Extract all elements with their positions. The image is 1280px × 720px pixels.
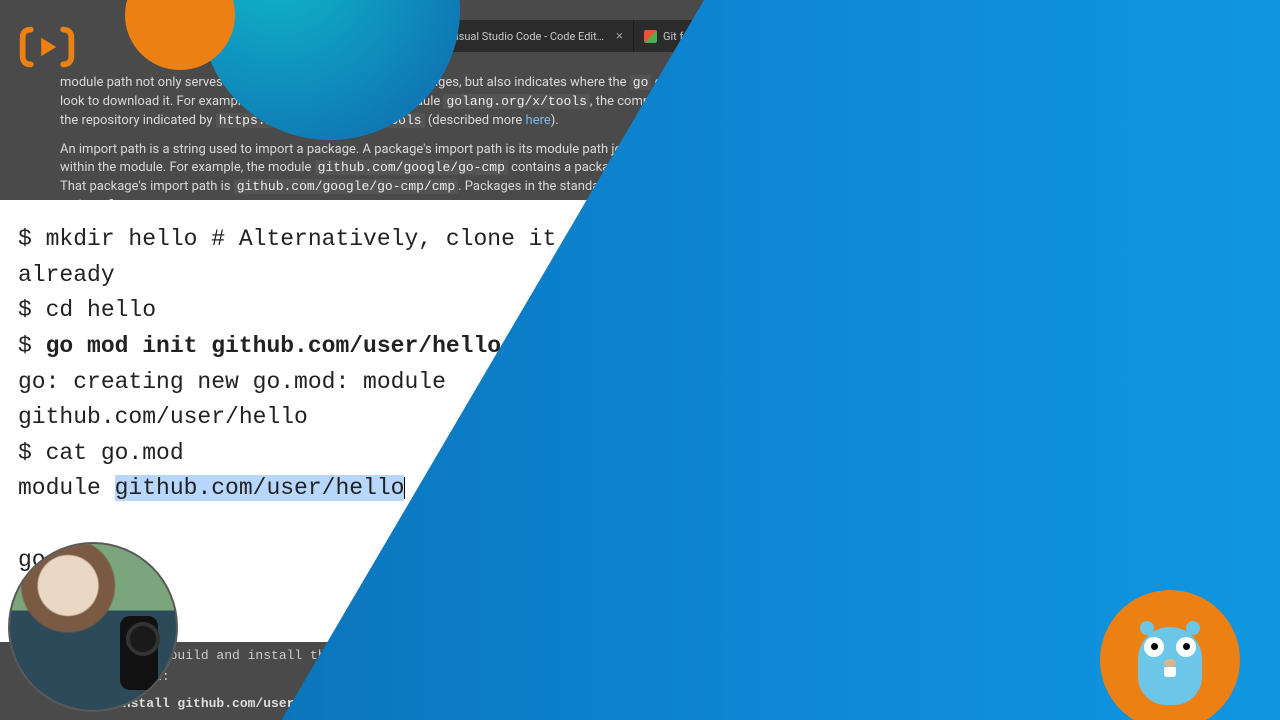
lco-logo (18, 18, 76, 76)
text-cursor-icon (404, 477, 405, 499)
docs-here-link[interactable]: here (526, 113, 551, 128)
go-gopher-icon (1130, 613, 1210, 708)
tab-label: Visual Studio Code - Code Edit… (449, 30, 604, 43)
git-icon (644, 30, 657, 43)
thumbnail-stage: Visual Studio Code - Code Edit… × Git fo… (0, 0, 1280, 720)
close-icon[interactable]: × (616, 29, 623, 44)
presenter-webcam (8, 542, 178, 712)
selected-text: github.com/user/hello (115, 475, 405, 501)
microphone-icon (120, 616, 158, 690)
decorative-orange-bubble-bottom (1100, 590, 1240, 720)
